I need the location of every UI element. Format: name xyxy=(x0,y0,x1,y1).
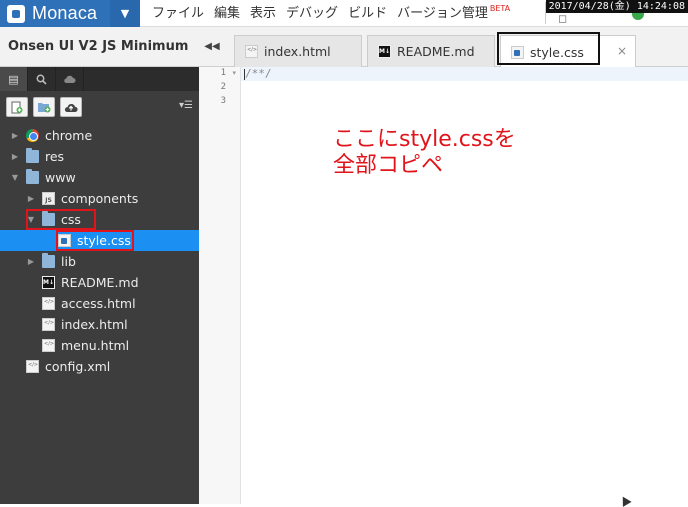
new-file-icon xyxy=(11,101,23,113)
editor-tab-bar: index.html M↓ README.md style.css × xyxy=(225,27,688,68)
file-toolbar: ▾☰ xyxy=(0,91,199,123)
double-chevron-left-icon: ◀◀ xyxy=(204,41,220,52)
markdown-file-icon: M↓ xyxy=(42,276,55,289)
close-icon[interactable]: × xyxy=(617,44,627,58)
search-tab[interactable] xyxy=(28,67,56,91)
xml-file-icon xyxy=(26,360,39,373)
upload-cloud-icon xyxy=(64,103,78,112)
html-file-icon xyxy=(42,297,55,310)
files-tab[interactable]: ▤ xyxy=(0,67,28,91)
annotation-line-2: 全部コピペ xyxy=(333,153,444,178)
file-tree: ▶ chrome ▶ res ▼ www ▶ JS components ▼ c… xyxy=(0,123,199,377)
menu-view[interactable]: 表示 xyxy=(250,2,276,21)
tree-item-res[interactable]: ▶ res xyxy=(0,146,199,167)
text-cursor xyxy=(244,69,245,80)
chrome-icon xyxy=(26,129,39,142)
main-menu: ファイル 編集 表示 デバッグ ビルド バージョン管理 BETA xyxy=(152,0,520,22)
tree-options-icon[interactable]: ▾☰ xyxy=(179,100,193,111)
toolbar-button-partial[interactable]: ◻ xyxy=(558,12,567,25)
line-number-gutter: 1 ▾ 2 3 xyxy=(199,67,241,504)
new-file-button[interactable] xyxy=(6,97,28,117)
tab-label: README.md xyxy=(397,44,475,59)
tree-item-label: config.xml xyxy=(45,359,111,374)
tree-item-label: README.md xyxy=(61,275,139,290)
tab-index-html[interactable]: index.html xyxy=(234,35,362,67)
tree-item-access-html[interactable]: access.html xyxy=(0,293,199,314)
tab-label: index.html xyxy=(264,44,331,59)
tree-item-config-xml[interactable]: config.xml xyxy=(0,356,199,377)
logo-text: Monaca xyxy=(32,3,98,23)
html-file-icon xyxy=(245,45,258,58)
tab-readme[interactable]: M↓ README.md xyxy=(367,35,495,67)
js-file-icon: JS xyxy=(42,192,55,205)
tree-item-label: www xyxy=(45,170,76,185)
expand-arrow-icon[interactable]: ▶ xyxy=(26,194,36,203)
menu-version-control-label: バージョン管理 xyxy=(397,5,488,21)
tree-item-index-html[interactable]: index.html xyxy=(0,314,199,335)
menu-build[interactable]: ビルド xyxy=(348,2,387,21)
monaca-logo-icon xyxy=(7,4,25,23)
tree-item-chrome[interactable]: ▶ chrome xyxy=(0,125,199,146)
tree-item-components[interactable]: ▶ JS components xyxy=(0,188,199,209)
expand-arrow-icon[interactable]: ▶ xyxy=(10,131,20,140)
upload-button[interactable] xyxy=(60,97,82,117)
tree-item-menu-html[interactable]: menu.html xyxy=(0,335,199,356)
code-editor[interactable]: /**/ xyxy=(245,67,272,81)
fold-arrow-icon[interactable]: ▾ xyxy=(232,69,236,77)
expand-arrow-icon[interactable]: ▶ xyxy=(26,257,36,266)
clock-overlay: 2017/04/28(金) 14:24:08 xyxy=(545,0,688,13)
menu-file[interactable]: ファイル xyxy=(152,2,204,21)
code-line-1: /**/ xyxy=(245,67,272,80)
highlight-box-tab xyxy=(497,32,600,65)
files-icon: ▤ xyxy=(8,72,19,86)
cloud-icon xyxy=(64,75,76,83)
folder-icon xyxy=(26,148,39,163)
tree-item-readme[interactable]: M↓ README.md xyxy=(0,272,199,293)
annotation-text: ここにstyle.cssを 全部コピペ xyxy=(333,127,516,179)
active-line-highlight xyxy=(241,67,688,81)
tree-item-label: res xyxy=(45,149,65,164)
line-number: 2 xyxy=(220,82,226,92)
line-number: 1 xyxy=(220,68,226,78)
expand-arrow-icon[interactable]: ▶ xyxy=(10,152,20,161)
tree-item-label: lib xyxy=(61,254,76,269)
tree-item-lib[interactable]: ▶ lib xyxy=(0,251,199,272)
cloud-tab[interactable] xyxy=(56,67,84,91)
sidebar: Onsen UI V2 JS Minimum ▤ ▾☰ ▶ chrome ▶ r… xyxy=(0,27,199,504)
new-folder-button[interactable] xyxy=(33,97,55,117)
menu-debug[interactable]: デバッグ xyxy=(286,2,338,21)
collapse-sidebar-button[interactable]: ◀◀ xyxy=(199,27,225,67)
tree-item-label: chrome xyxy=(45,128,93,143)
menu-edit[interactable]: 編集 xyxy=(214,2,240,21)
annotation-line-1: ここにstyle.cssを xyxy=(333,127,516,152)
new-folder-icon xyxy=(38,103,51,113)
menu-bar: Monaca ▼ ファイル 編集 表示 デバッグ ビルド バージョン管理 BETA… xyxy=(0,0,688,27)
collapse-arrow-icon[interactable]: ▼ xyxy=(10,173,20,182)
menu-version-control[interactable]: バージョン管理 BETA xyxy=(397,2,511,21)
sidebar-tabs: ▤ xyxy=(0,67,199,91)
folder-icon xyxy=(42,253,55,268)
tree-item-label: components xyxy=(61,191,139,206)
project-title: Onsen UI V2 JS Minimum xyxy=(0,27,199,67)
markdown-file-icon: M↓ xyxy=(378,45,391,58)
search-icon xyxy=(36,74,47,85)
highlight-box-style-css xyxy=(56,230,134,251)
html-file-icon xyxy=(42,339,55,352)
chevron-down-icon[interactable]: ▼ xyxy=(110,0,140,27)
monaca-logo[interactable]: Monaca xyxy=(0,0,110,27)
tree-item-label: menu.html xyxy=(61,338,130,353)
line-number: 3 xyxy=(220,96,226,106)
html-file-icon xyxy=(42,318,55,331)
tree-item-label: access.html xyxy=(61,296,136,311)
tree-item-label: index.html xyxy=(61,317,128,332)
beta-badge: BETA xyxy=(489,4,511,14)
tree-item-www[interactable]: ▼ www xyxy=(0,167,199,188)
mouse-pointer-icon xyxy=(618,494,632,507)
highlight-box-css xyxy=(26,209,96,230)
folder-open-icon xyxy=(26,169,39,184)
